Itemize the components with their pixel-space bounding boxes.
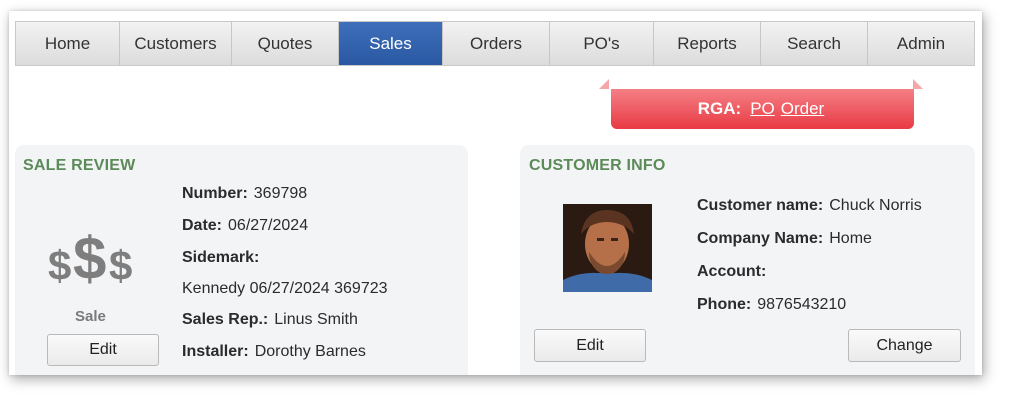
nav-item-quotes[interactable]: Quotes	[232, 22, 339, 65]
sale-sidemark-value: Kennedy 06/27/2024 369723	[182, 280, 388, 297]
customer-name-field: Customer name: Chuck Norris	[697, 197, 922, 214]
rga-label: RGA:	[697, 99, 742, 118]
sale-type-label: Sale	[75, 308, 106, 325]
app-window: Home Customers Quotes Sales Orders PO's Report…	[9, 11, 982, 375]
company-name-field: Company Name: Home	[697, 230, 872, 247]
rga-order-link[interactable]: Order	[781, 99, 824, 119]
customer-edit-button[interactable]: Edit	[534, 329, 646, 362]
sale-edit-button[interactable]: Edit	[47, 334, 159, 366]
rga-banner-fold-right	[913, 79, 923, 89]
nav-item-customers[interactable]: Customers	[120, 22, 232, 65]
customer-avatar	[563, 204, 652, 292]
main-nav: Home Customers Quotes Sales Orders PO's Report…	[15, 21, 975, 66]
nav-item-home[interactable]: Home	[16, 22, 120, 65]
customer-change-button[interactable]: Change	[848, 329, 961, 362]
customer-info-title: CUSTOMER INFO	[529, 157, 666, 174]
nav-item-pos[interactable]: PO's	[550, 22, 654, 65]
sale-rep-field: Sales Rep.: Linus Smith	[182, 311, 358, 328]
nav-item-orders[interactable]: Orders	[443, 22, 550, 65]
sale-number-field: Number: 369798	[182, 185, 308, 202]
nav-item-reports[interactable]: Reports	[654, 22, 761, 65]
phone-field: Phone: 9876543210	[697, 296, 847, 313]
account-field: Account:	[697, 263, 767, 280]
nav-item-admin[interactable]: Admin	[868, 22, 974, 65]
rga-banner-fold-left	[599, 79, 609, 89]
rga-banner: RGA: PO Order	[611, 89, 914, 129]
rga-po-link[interactable]: PO	[750, 99, 775, 119]
nav-item-search[interactable]: Search	[761, 22, 868, 65]
nav-item-sales[interactable]: Sales	[339, 22, 443, 65]
sale-date-field: Date: 06/27/2024	[182, 217, 309, 234]
sale-review-title: SALE REVIEW	[23, 157, 136, 174]
sale-installer-field: Installer: Dorothy Barnes	[182, 343, 366, 360]
sale-sidemark-label: Sidemark:	[182, 249, 260, 266]
